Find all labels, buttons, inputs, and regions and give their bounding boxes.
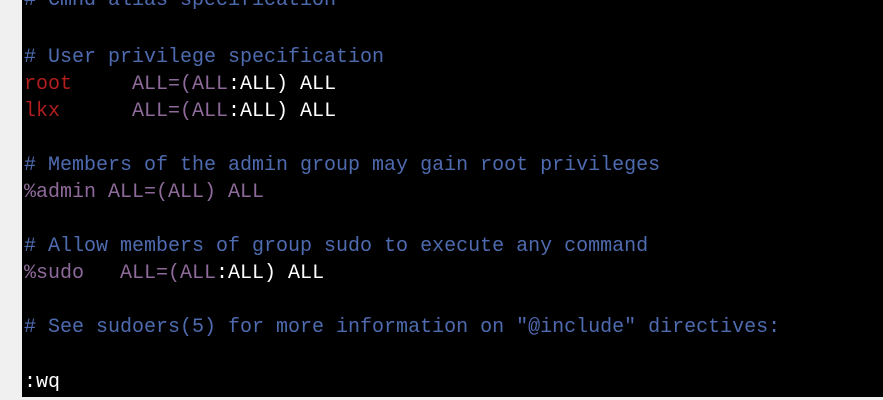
rule-spec-open: ALL=(ALL	[132, 73, 229, 96]
root-rule-line: root ALL=(ALL:ALL) ALL	[24, 71, 336, 98]
user-privilege-comment: # User privilege specification	[24, 46, 385, 69]
command-text: :wq	[24, 371, 61, 394]
rule-user: root	[24, 73, 73, 96]
admin-group-comment: # Members of the admin group may gain ro…	[24, 154, 661, 177]
window-frame: # Cmnd alias specification # User privil…	[0, 0, 883, 400]
rule-spec-open: ALL=(ALL	[132, 100, 229, 123]
rule-spec-rest: :ALL) ALL	[228, 100, 337, 123]
include-comment: # See sudoers(5) for more information on…	[24, 316, 781, 339]
rule-user: lkx	[24, 100, 61, 123]
terminal-editor[interactable]: # Cmnd alias specification # User privil…	[22, 0, 883, 397]
sudo-rule-line: %sudo ALL=(ALL:ALL) ALL	[24, 260, 324, 287]
rule-group: %sudo	[24, 262, 85, 285]
rule-spec-open: ALL=(ALL	[120, 262, 217, 285]
rule-spec-rest: :ALL) ALL	[228, 73, 337, 96]
lkx-rule-line: lkx ALL=(ALL:ALL) ALL	[24, 98, 336, 125]
rule-spec-rest: :ALL) ALL	[216, 262, 325, 285]
sudo-group-comment: # Allow members of group sudo to execute…	[24, 235, 649, 258]
cmnd-alias-comment: # Cmnd alias specification	[24, 0, 337, 12]
admin-rule-line: %admin ALL=(ALL) ALL	[24, 181, 265, 204]
vim-command-line[interactable]: :wq	[24, 369, 60, 396]
